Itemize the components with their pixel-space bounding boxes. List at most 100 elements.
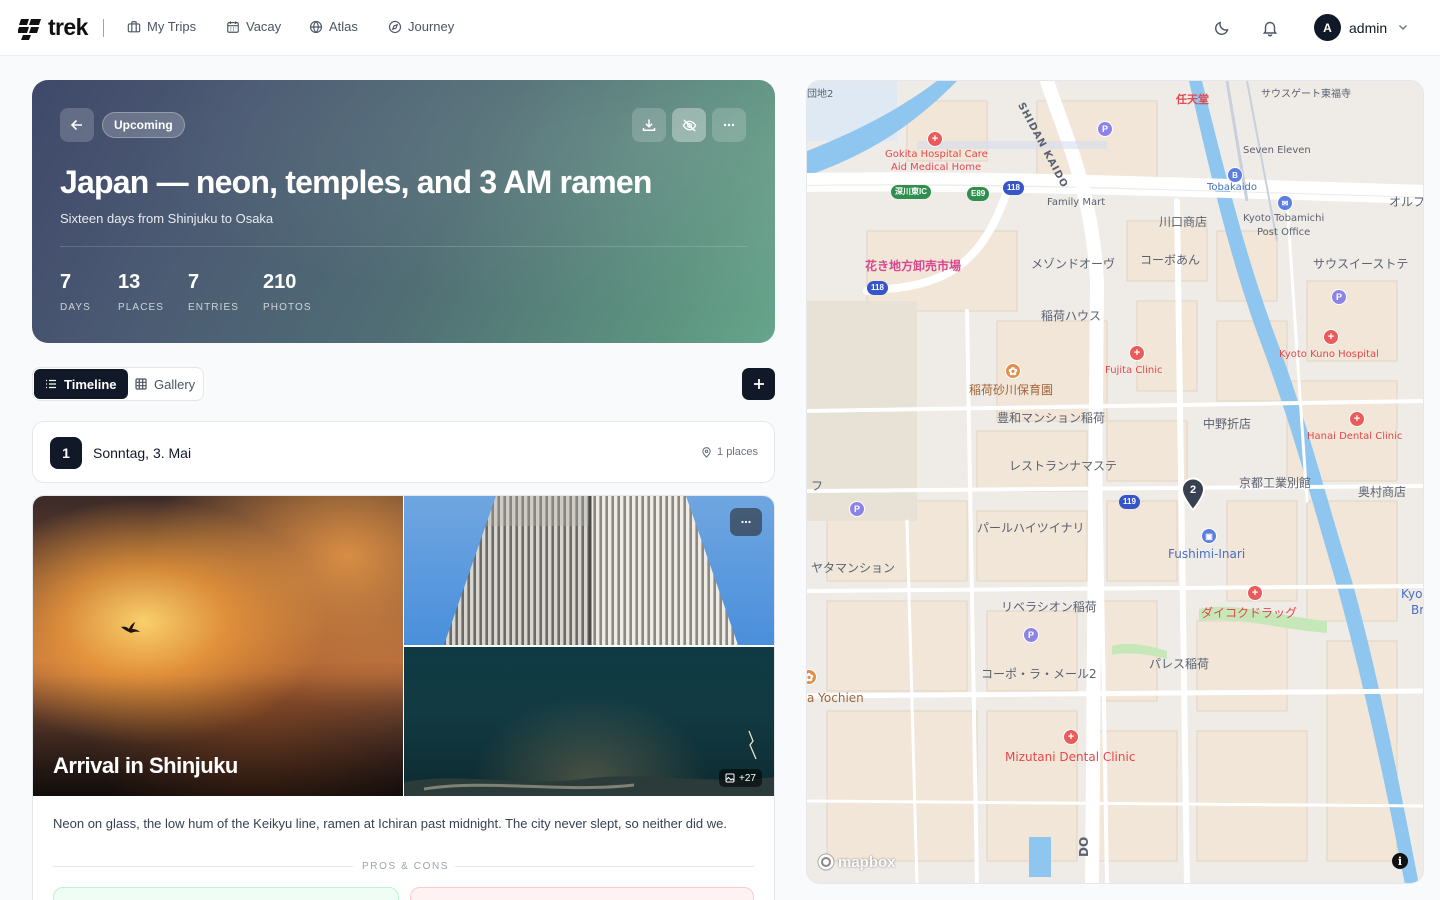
day-header[interactable]: 1 Sonntag, 3. Mai 1 places <box>32 421 775 483</box>
map-label: 川口商店 <box>1159 215 1208 229</box>
nav-divider <box>103 19 104 37</box>
stat-value: 7 <box>188 271 200 293</box>
hero-divider <box>60 246 747 247</box>
map-label: Fujita Clinic <box>1105 365 1163 376</box>
map-label: サウスゲート東福寺 <box>1261 89 1351 100</box>
more-horizontal-icon <box>723 123 735 127</box>
post-office-icon[interactable]: ✉ <box>1277 195 1293 211</box>
more-horizontal-icon <box>741 520 751 524</box>
map-label: Fushimi-Inari <box>1168 547 1246 561</box>
nav-item-journey[interactable]: Journey <box>388 19 454 34</box>
building-illustration <box>444 496 738 645</box>
route-shield: 118 <box>1003 181 1024 195</box>
nav-item-my-trips[interactable]: My Trips <box>127 19 196 34</box>
more-options-button[interactable] <box>712 108 746 142</box>
kindergarten-icon[interactable]: ✿ <box>1005 363 1021 379</box>
map-label: Post Office <box>1257 227 1311 238</box>
parking-icon[interactable]: P <box>849 501 865 517</box>
trip-subtitle: Sixteen days from Shinjuku to Osaka <box>60 211 274 226</box>
train-station-icon[interactable]: ▣ <box>1201 528 1217 544</box>
map-label: オルフ <box>1389 195 1424 209</box>
mapbox-label: mapbox <box>838 853 896 871</box>
info-icon[interactable]: i <box>1392 853 1408 869</box>
parking-icon[interactable]: P <box>1097 121 1113 137</box>
nav-item-label: Vacay <box>246 19 282 34</box>
plus-icon <box>753 379 764 389</box>
clinic-icon[interactable]: + <box>1129 345 1145 361</box>
map-label: DO <box>1077 836 1091 857</box>
map-label: Family Mart <box>1047 197 1106 208</box>
avatar[interactable]: A <box>1314 14 1341 41</box>
user-name[interactable]: admin <box>1349 20 1387 36</box>
nav-item-vacay[interactable]: Vacay <box>226 19 281 34</box>
day-places-count: 1 places <box>701 446 758 458</box>
map-label: メゾンドオーヴ <box>1031 257 1116 271</box>
parking-icon[interactable]: P <box>1023 627 1039 643</box>
nav-item-label: Atlas <box>329 19 358 34</box>
entry-title: Arrival in Shinjuku <box>53 753 238 778</box>
back-button[interactable] <box>60 108 94 142</box>
more-photos-badge[interactable]: +27 <box>719 769 762 787</box>
calendar-icon <box>227 20 239 33</box>
chevron-down-icon[interactable] <box>1397 21 1409 33</box>
stat-days: 7 DAYS <box>60 271 91 313</box>
view-switcher: Timeline Gallery <box>32 367 204 401</box>
map-panel[interactable]: 任天堂 サウスゲート東福寺 団地2 + Gokita Hospital Care… <box>806 80 1424 884</box>
pharmacy-icon[interactable]: + <box>1247 585 1263 601</box>
trip-hero: Upcoming Japan — neon, temples, and 3 AM… <box>32 80 775 343</box>
map-label: ヤタマンション <box>811 561 896 575</box>
pros-box <box>53 887 399 900</box>
grid-icon <box>135 378 147 390</box>
photo-options-button[interactable] <box>730 508 762 536</box>
nav-item-atlas[interactable]: Atlas <box>309 19 358 34</box>
mapbox-attribution[interactable]: mapbox <box>817 853 896 871</box>
clinic-icon[interactable]: + <box>1349 411 1365 427</box>
trek-logo-icon <box>18 18 41 40</box>
map-pin-icon <box>702 446 711 458</box>
map-label: a Yochien <box>807 691 864 705</box>
divider <box>455 866 754 867</box>
route-shield: 118 <box>867 281 888 295</box>
hospital-icon[interactable]: + <box>1323 329 1339 345</box>
trip-title: Japan — neon, temples, and 3 AM ramen <box>60 164 652 200</box>
download-button[interactable] <box>632 108 666 142</box>
map-label: 京都工業別館 <box>1239 476 1312 490</box>
hospital-icon[interactable]: + <box>927 131 943 147</box>
top-navigation: trek My Trips Vacay Atlas Journey A admi… <box>0 0 1440 56</box>
bus-stop-icon[interactable]: B <box>1227 167 1243 183</box>
trip-place-marker[interactable]: 2 <box>1180 477 1206 511</box>
map-label: 任天堂 <box>1176 93 1209 106</box>
moon-icon[interactable] <box>1213 19 1231 37</box>
map-label: 豊和マンション稲荷 <box>997 411 1106 425</box>
entry-photo-building[interactable] <box>404 496 774 645</box>
map-label: レストランナマステ <box>1009 459 1118 473</box>
map-label: Seven Eleven <box>1243 145 1311 156</box>
divider <box>53 866 353 867</box>
stat-label: DAYS <box>60 302 91 313</box>
tab-gallery[interactable]: Gallery <box>124 369 203 399</box>
list-icon <box>46 379 56 389</box>
stat-value: 13 <box>118 271 141 293</box>
stat-value: 7 <box>60 271 72 293</box>
day-number: 1 <box>50 437 82 469</box>
add-entry-button[interactable] <box>742 368 775 400</box>
map-label: 花き地方卸売市場 <box>865 259 962 273</box>
stat-label: PHOTOS <box>263 302 312 313</box>
bell-icon[interactable] <box>1261 19 1279 37</box>
map-label: リベラシオン稲荷 <box>1001 600 1097 614</box>
nav-item-label: Journey <box>408 19 455 34</box>
clinic-icon[interactable]: + <box>1063 729 1079 745</box>
entry-main-photo[interactable] <box>33 496 403 796</box>
tab-label: Timeline <box>64 376 117 392</box>
stat-value: 210 <box>263 271 297 293</box>
hide-button[interactable] <box>672 108 706 142</box>
parking-icon[interactable]: P <box>1331 289 1347 305</box>
map-label: Kyoto Kuno Hospital <box>1279 349 1379 360</box>
map-label: フ <box>811 479 824 493</box>
brand-logo[interactable]: trek <box>18 14 88 41</box>
compass-icon <box>388 20 402 33</box>
tab-timeline[interactable]: Timeline <box>34 369 128 399</box>
tab-label: Gallery <box>154 376 196 392</box>
road-sign: E89 <box>967 187 990 201</box>
arrow-left-icon <box>70 119 82 131</box>
